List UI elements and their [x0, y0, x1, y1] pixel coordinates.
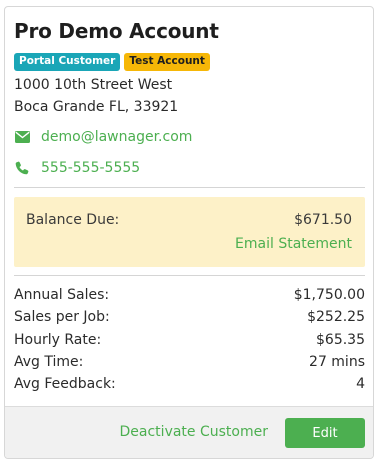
stat-hourly-rate: Hourly Rate: $65.35	[14, 332, 365, 354]
stat-value: $252.25	[307, 309, 365, 326]
badge-group: Portal Customer Test Account	[14, 53, 210, 71]
stat-value: $1,750.00	[293, 287, 365, 303]
envelope-icon	[14, 129, 30, 145]
address-line2: Boca Grande FL, 33921	[14, 99, 179, 115]
edit-button[interactable]: Edit	[285, 418, 365, 448]
stats-list: Annual Sales: $1,750.00 Sales per Job: $…	[14, 287, 365, 398]
stat-value: 4	[356, 376, 365, 393]
email-link[interactable]: demo@lawnager.com	[41, 129, 192, 145]
divider	[14, 275, 365, 276]
test-account-badge: Test Account	[124, 53, 210, 71]
stat-sales-per-job: Sales per Job: $252.25	[14, 309, 365, 331]
customer-card: Pro Demo Account Portal Customer Test Ac…	[4, 6, 374, 459]
email-contact[interactable]: demo@lawnager.com	[14, 129, 192, 145]
balance-panel: Balance Due: $671.50 Email Statement	[14, 197, 365, 267]
email-statement-link[interactable]: Email Statement	[235, 236, 352, 252]
phone-icon	[14, 160, 30, 176]
balance-value: $671.50	[294, 212, 352, 228]
address-line1: 1000 10th Street West	[14, 77, 173, 93]
stat-label: Annual Sales:	[14, 287, 110, 303]
phone-link[interactable]: 555-555-5555	[41, 160, 140, 176]
stat-label: Hourly Rate:	[14, 331, 102, 348]
stat-avg-time: Avg Time: 27 mins	[14, 354, 365, 376]
stat-avg-feedback: Avg Feedback: 4	[14, 376, 365, 398]
stat-annual-sales: Annual Sales: $1,750.00	[14, 287, 365, 309]
phone-contact[interactable]: 555-555-5555	[14, 160, 140, 176]
deactivate-customer-link[interactable]: Deactivate Customer	[120, 424, 268, 440]
stat-label: Avg Time:	[14, 353, 84, 370]
divider	[14, 187, 365, 188]
portal-customer-badge: Portal Customer	[14, 53, 121, 71]
card-footer: Deactivate Customer Edit	[5, 406, 373, 458]
balance-label: Balance Due:	[26, 212, 120, 228]
stat-label: Avg Feedback:	[14, 376, 116, 393]
account-name: Pro Demo Account	[14, 19, 219, 43]
stat-value: 27 mins	[309, 353, 365, 370]
stat-label: Sales per Job:	[14, 309, 110, 326]
stat-value: $65.35	[316, 331, 365, 348]
